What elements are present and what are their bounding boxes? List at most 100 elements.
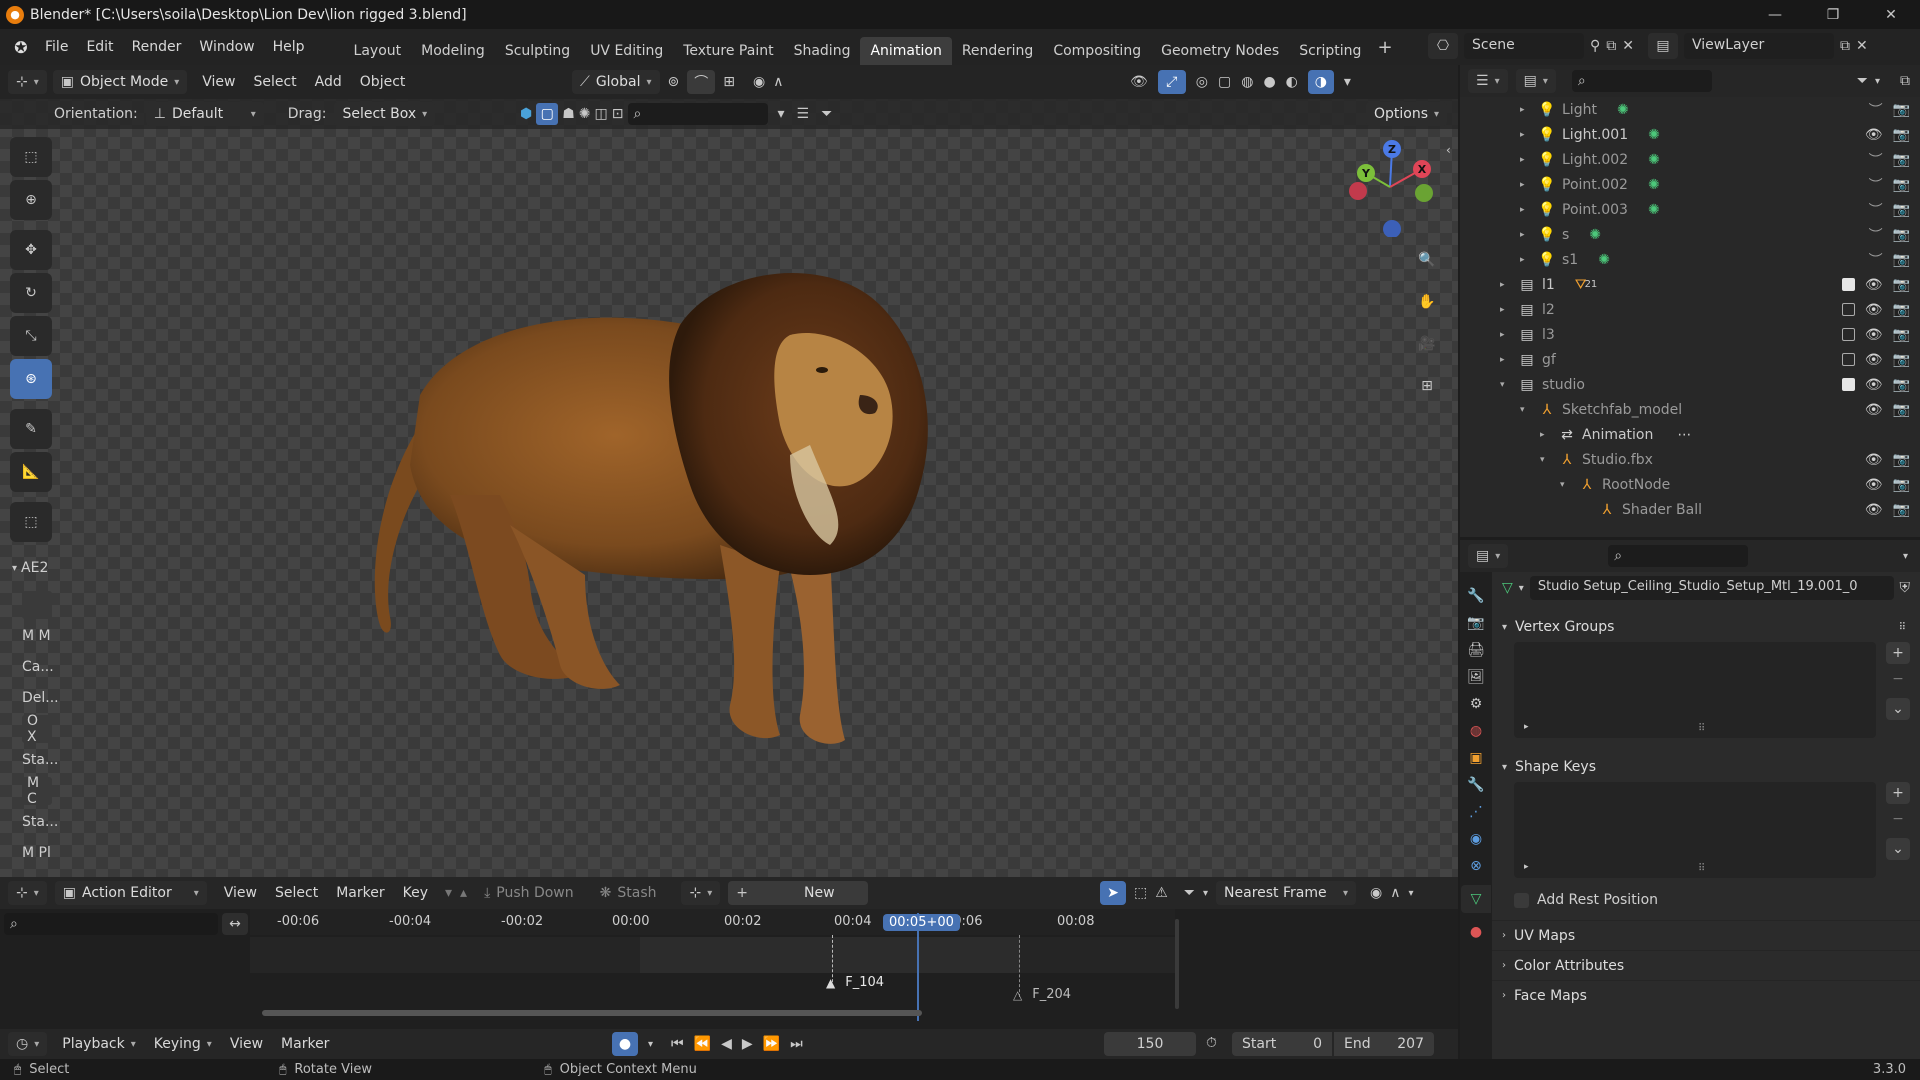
eye-icon[interactable]: ︶ [1869,100,1883,120]
transform-orientation-dropdown[interactable]: ⟋ Global ▾ [572,70,660,94]
add-cube-tool[interactable]: ⬚ [10,502,52,542]
annotate-tool[interactable]: ✎ [10,409,52,449]
action-menu-marker[interactable]: Marker [327,881,393,905]
workspace-tab-sculpting[interactable]: Sculpting [495,37,580,65]
exclude-checkbox[interactable] [1841,353,1855,366]
filter-dropdown-icon[interactable]: ▾ [1203,888,1208,899]
eye-icon[interactable]: ︶ [1869,250,1883,270]
outliner-row[interactable]: ▸ ⇄ Animation ⋯ [1460,422,1920,447]
falloff-icon[interactable]: ∧ [773,74,783,90]
playback-menu-view[interactable]: View [221,1032,272,1056]
viewlayer-browse-icon[interactable]: ▤ [1648,33,1678,59]
viewport-menu-view[interactable]: View [193,70,244,94]
xray-icon[interactable]: ▢ [1218,74,1231,90]
only-errors-icon[interactable]: ⚠ [1155,885,1168,901]
expand-arrow-icon[interactable]: ▸ [1540,430,1552,440]
new-scene-icon[interactable]: ⧉ [1606,38,1616,54]
vertex-group-specials-icon[interactable]: ⌄ [1886,698,1910,720]
play-icon[interactable]: ▶ [742,1036,753,1052]
fake-user-shield-icon[interactable]: ⛨ [1900,580,1911,596]
light-filter-icon[interactable]: ✺ [579,106,591,122]
proportional-falloff-icon[interactable]: ∧ [1390,885,1400,901]
camera-render-icon[interactable]: 📷 [1893,177,1910,193]
viewport-menu-select[interactable]: Select [244,70,305,94]
menu-window[interactable]: Window [190,35,263,59]
tool-tab-icon[interactable]: 🔧 [1467,588,1484,604]
camera-render-icon[interactable]: 📷 [1893,227,1910,243]
select-box-tool[interactable]: ⬚ [10,137,52,177]
overlay-icon[interactable]: ◎ [1196,74,1208,90]
rotate-tool[interactable]: ↻ [10,273,52,313]
outliner-row[interactable]: ▸ 💡 Point.002 ✺ ︶ 📷 [1460,172,1920,197]
delete-viewlayer-icon[interactable]: ✕ [1856,38,1868,54]
camera-render-icon[interactable]: 📷 [1893,402,1910,418]
outliner-row[interactable]: ▾ ⅄ Sketchfab_model 👁 📷 [1460,397,1920,422]
snap-mode-dropdown[interactable]: Nearest Frame ▾ [1216,881,1357,905]
vertex-groups-resize-icon[interactable]: ⠿ [1698,723,1705,734]
outliner-editor-type-dropdown[interactable]: ☰ ▾ [1468,69,1508,93]
outliner-row[interactable]: ▸ 💡 Light ✺ ︶ 📷 [1460,97,1920,122]
properties-editor-type-dropdown[interactable]: ▤ ▾ [1468,544,1509,568]
scale-tool[interactable]: ⤡ [10,316,52,356]
workspace-tab-modeling[interactable]: Modeling [411,37,495,65]
action-menu-view[interactable]: View [215,881,266,905]
outliner-search-field[interactable]: ⌕ [1571,70,1712,92]
playback-menu-keying[interactable]: Keying ▾ [145,1032,221,1056]
pivot-icon[interactable]: ⊚ [668,74,680,90]
play-reverse-icon[interactable]: ◀ [721,1036,732,1052]
solid-shading-icon[interactable]: ● [1263,74,1275,90]
options-dropdown[interactable]: Options ▾ [1366,102,1448,126]
search-dropdown-icon[interactable]: ▾ [778,106,785,122]
material-shading-icon[interactable]: ◐ [1286,74,1298,90]
outliner-tree[interactable]: ▸ 💡 Light ✺ ︶ 📷 ▸ 💡 Light.001 ✺ 👁 📷 ▸ 💡 Light.002 ✺ ︶ 📷 ▸ 💡… [1460,97,1920,537]
vertex-groups-expand-icon[interactable]: ▸ [1524,722,1529,732]
select-all-types-icon[interactable]: ⬢ [520,106,532,122]
material-tab-icon[interactable]: ● [1470,924,1482,940]
eye-icon[interactable]: 👁 [1865,302,1883,318]
wireframe-shading-icon[interactable]: ◍ [1241,74,1253,90]
gizmo-icon[interactable]: ⤢ [1157,70,1186,94]
drag-handle-icon[interactable]: ⠿ [1899,622,1906,633]
next-keyframe-icon[interactable]: ⏩ [763,1036,780,1052]
drag-dropdown[interactable]: Select Box ▾ [334,102,436,126]
scene-name[interactable]: Scene [1464,33,1584,59]
proportional-icon[interactable]: ◉ [1370,885,1382,901]
outliner-filter-icon[interactable]: ⏷ [1857,73,1868,89]
outliner-row[interactable]: ▸ ▤ l1 ⛛ 21 👁 📷 [1460,272,1920,297]
rendered-shading-icon[interactable]: ◑ [1307,70,1334,94]
only-selected-icon[interactable]: ➤ [1100,881,1126,905]
physics-tab-icon[interactable]: ◉ [1470,831,1482,847]
layer-down-icon[interactable]: ▾ [445,885,452,901]
outliner-row[interactable]: ▸ ▤ l2 👁 📷 [1460,297,1920,322]
outliner-row[interactable]: ▸ 💡 s1 ✺ ︶ 📷 [1460,247,1920,272]
action-editor-area[interactable]: ⌕ ↔ -00:06 -00:04 -00:02 00:00 00:02 00:04 00:… [0,909,1458,1029]
eye-icon[interactable]: ︶ [1869,150,1883,170]
expand-arrow-icon[interactable]: ▸ [1520,205,1532,215]
menu-file[interactable]: File [36,35,77,59]
prev-keyframe-icon[interactable]: ⏪ [694,1036,711,1052]
stash-button[interactable]: ❋ Stash [591,881,666,905]
horizontal-scrollbar[interactable] [262,1010,922,1016]
camera-render-icon[interactable]: 📷 [1893,277,1910,293]
outliner-row[interactable]: ▸ 💡 Light.001 ✺ 👁 📷 [1460,122,1920,147]
action-mode-dropdown[interactable]: ▣ Action Editor ▾ [54,881,207,905]
sidepanel-item[interactable]: O X [22,713,52,745]
expand-arrow-icon[interactable]: ▾ [1520,405,1532,415]
add-workspace-icon[interactable]: + [1377,37,1392,58]
filter-funnel-icon[interactable]: ⏷ [1184,885,1195,901]
navigation-gizmo[interactable]: Z X Y [1340,137,1440,237]
exclude-checkbox[interactable] [1841,328,1855,341]
armature-filter-icon[interactable]: ☗ [562,106,575,122]
eye-icon[interactable]: 👁 [1865,127,1883,143]
new-collection-icon[interactable]: ⧉ [1900,73,1910,89]
workspace-tab-compositing[interactable]: Compositing [1043,37,1151,65]
lion-model[interactable] [360,245,1060,805]
playback-menu-marker[interactable]: Marker [272,1032,338,1056]
camera-render-icon[interactable]: 📷 [1893,202,1910,218]
expand-arrow-icon[interactable]: ▸ [1520,130,1532,140]
outliner-row[interactable]: ▾ ⅄ Studio.fbx 👁 📷 [1460,447,1920,472]
render-tab-icon[interactable]: 📷 [1467,615,1484,631]
action-browse-dropdown[interactable]: ⊹ ▾ [681,881,721,905]
auto-keying-icon[interactable]: ● [612,1032,638,1056]
sidepanel-item[interactable]: Del... [12,684,62,712]
